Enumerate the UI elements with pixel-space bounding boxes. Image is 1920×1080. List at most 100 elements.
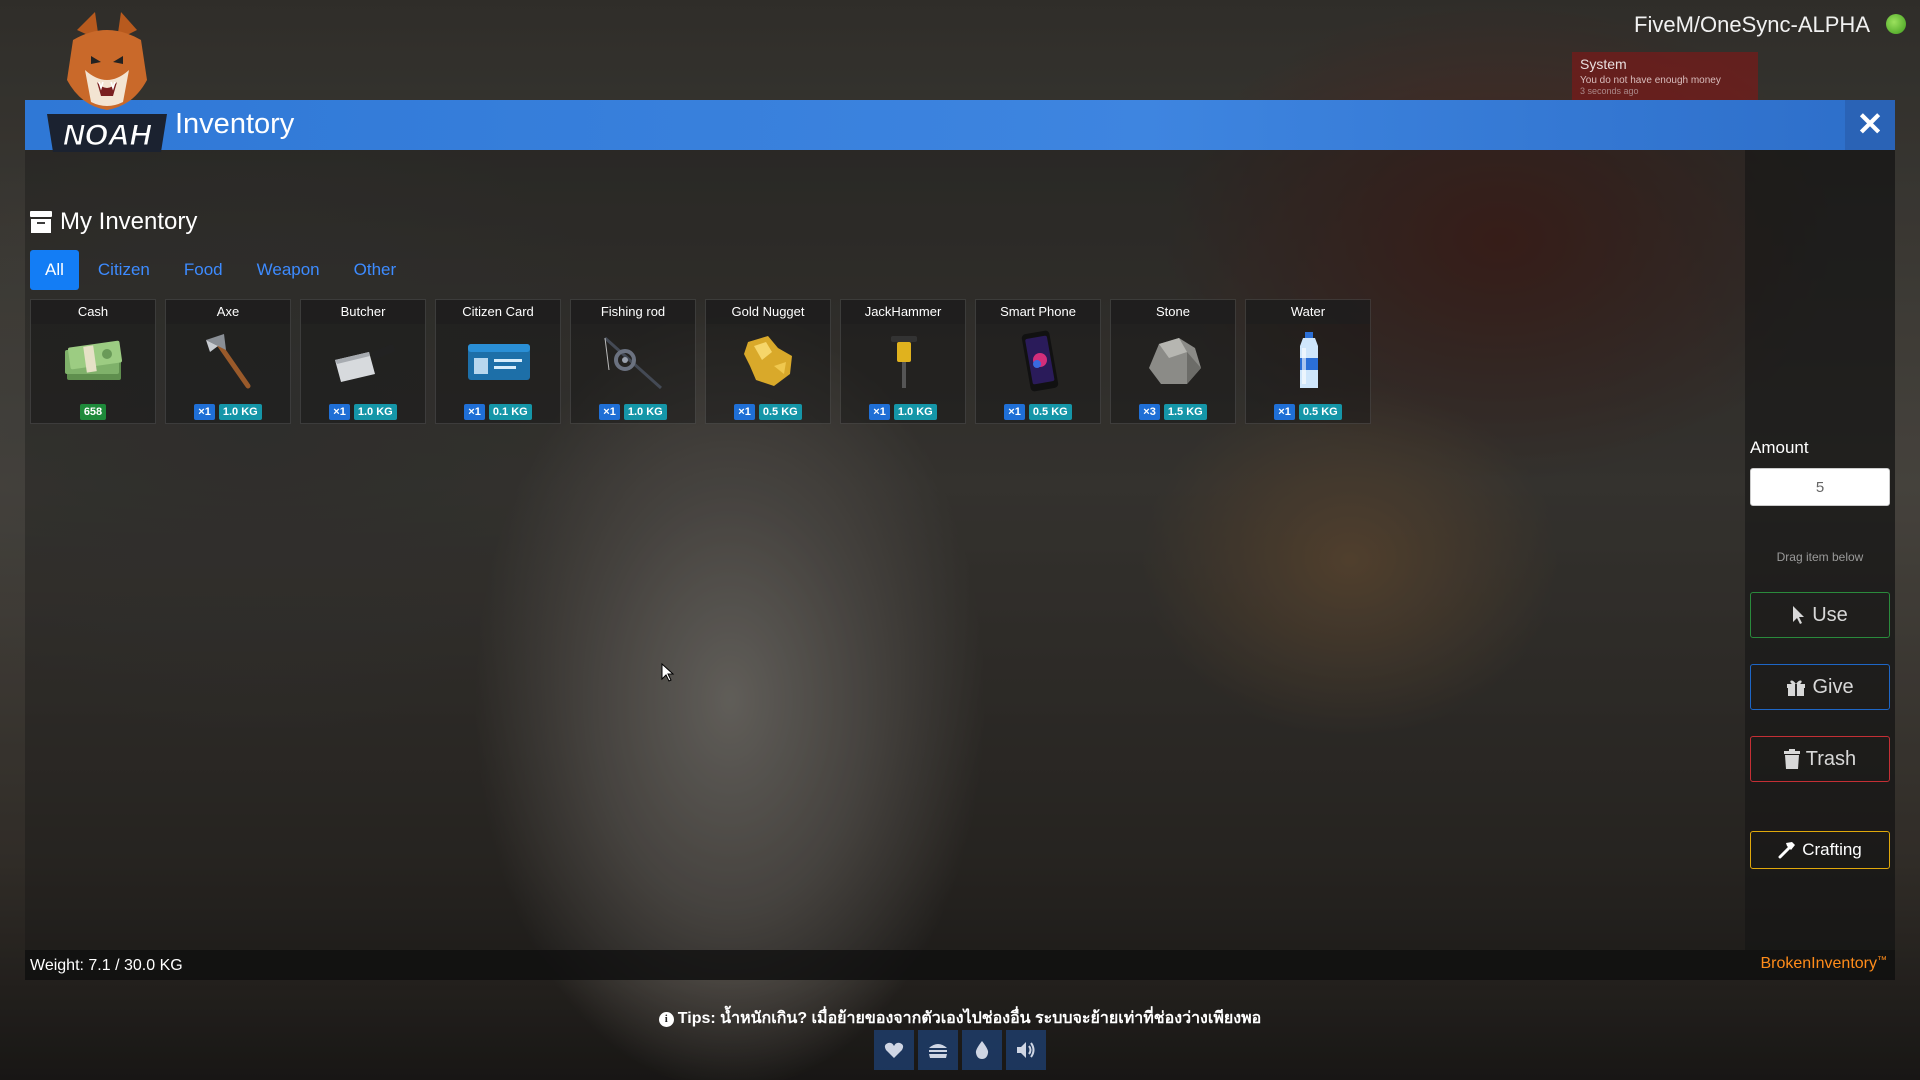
thirst-status <box>962 1030 1002 1070</box>
water-drop-icon <box>975 1041 989 1059</box>
item-name: Gold Nugget <box>706 300 830 324</box>
item-badges: ×1 1.0 KG <box>301 404 425 420</box>
item-slot-citizen-card[interactable]: Citizen Card ×1 0.1 KG <box>435 299 561 424</box>
weight-badge: 0.5 KG <box>1028 404 1072 420</box>
item-badges: ×1 0.5 KG <box>706 404 830 420</box>
item-slot-fishing-rod[interactable]: Fishing rod ×1 1.0 KG <box>570 299 696 424</box>
amount-input[interactable] <box>1750 468 1890 506</box>
weight-badge: 0.5 KG <box>758 404 802 420</box>
item-grid: Cash 658 Axe ×1 1.0 KG Butcher ×1 1.0 KG… <box>30 299 1371 424</box>
item-name: Citizen Card <box>436 300 560 324</box>
weight-badge: 1.0 KG <box>893 404 937 420</box>
action-panel: Amount Drag item below Use Give Trash Cr… <box>1745 150 1895 950</box>
inventory-panel: My Inventory All Citizen Food Weapon Oth… <box>25 150 1745 950</box>
item-name: Butcher <box>301 300 425 324</box>
crafting-button[interactable]: Crafting <box>1750 831 1890 869</box>
give-button[interactable]: Give <box>1750 664 1890 710</box>
item-slot-jackhammer[interactable]: JackHammer ×1 1.0 KG <box>840 299 966 424</box>
status-hud <box>874 1030 1046 1070</box>
trash-icon <box>1783 749 1800 769</box>
weight-badge: 0.5 KG <box>1298 404 1342 420</box>
amount-label: Amount <box>1750 438 1809 457</box>
item-name: Cash <box>31 300 155 324</box>
qty-badge: ×1 <box>194 404 215 420</box>
burger-icon <box>929 1044 947 1058</box>
gift-icon <box>1787 680 1806 696</box>
cash-amount-badge: 658 <box>79 404 107 420</box>
pointer-icon <box>1793 606 1805 624</box>
item-slot-cash[interactable]: Cash 658 <box>30 299 156 424</box>
cash-icon <box>65 340 123 380</box>
lime-icon <box>1886 14 1906 34</box>
qty-badge: ×3 <box>1139 404 1160 420</box>
logo-text: NOAH <box>63 119 153 152</box>
qty-badge: ×1 <box>734 404 755 420</box>
item-badges: ×1 0.5 KG <box>976 404 1100 420</box>
tab-all[interactable]: All <box>30 250 79 290</box>
brand-text: BrokenInventory <box>1760 955 1877 972</box>
item-name: Water <box>1246 300 1370 324</box>
notification-title: System <box>1580 56 1627 72</box>
item-name: Axe <box>166 300 290 324</box>
axe-icon <box>206 334 251 389</box>
water-bottle-icon <box>1300 332 1318 388</box>
health-status <box>874 1030 914 1070</box>
status-bar: Weight: 7.1 / 30.0 KG BrokenInventory™ <box>25 950 1895 980</box>
brand-label: BrokenInventory™ <box>1760 955 1887 973</box>
inventory-heading: My Inventory <box>30 208 197 236</box>
item-name: Smart Phone <box>976 300 1100 324</box>
weight-status: Weight: 7.1 / 30.0 KG <box>30 957 183 974</box>
archive-icon <box>30 211 52 233</box>
qty-badge: ×1 <box>869 404 890 420</box>
item-badges: 658 <box>31 404 155 420</box>
qty-badge: ×1 <box>599 404 620 420</box>
title-bar: Inventory ✕ <box>25 100 1895 150</box>
give-label: Give <box>1812 675 1854 698</box>
jackhammer-icon <box>891 336 917 388</box>
use-button[interactable]: Use <box>1750 592 1890 638</box>
hunger-status <box>918 1030 958 1070</box>
tips-bar: i Tips: น้ำหนักเกิน? เมื่อย้ายของจากตัวเอ… <box>0 1006 1920 1031</box>
inventory-window: Inventory ✕ My Inventory All Citizen Foo… <box>25 12 1895 980</box>
id-card-icon <box>468 344 530 380</box>
tab-other[interactable]: Other <box>339 250 412 290</box>
weight-badge: 1.0 KG <box>218 404 262 420</box>
tab-food[interactable]: Food <box>169 250 238 290</box>
item-badges: ×3 1.5 KG <box>1111 404 1235 420</box>
notification-age: 3 seconds ago <box>1580 86 1639 96</box>
qty-badge: ×1 <box>1004 404 1025 420</box>
smartphone-icon <box>1021 330 1059 392</box>
item-badges: ×1 1.0 KG <box>166 404 290 420</box>
weight-badge: 1.5 KG <box>1163 404 1207 420</box>
speaker-icon <box>1017 1042 1035 1058</box>
close-icon[interactable]: ✕ <box>1845 100 1895 150</box>
weight-badge: 0.1 KG <box>488 404 532 420</box>
window-title: Inventory <box>175 108 295 140</box>
qty-badge: ×1 <box>1274 404 1295 420</box>
heart-icon <box>884 1042 904 1058</box>
item-slot-axe[interactable]: Axe ×1 1.0 KG <box>165 299 291 424</box>
gold-nugget-icon <box>744 336 792 386</box>
item-slot-smart-phone[interactable]: Smart Phone ×1 0.5 KG <box>975 299 1101 424</box>
voice-status <box>1006 1030 1046 1070</box>
item-badges: ×1 1.0 KG <box>841 404 965 420</box>
item-slot-gold-nugget[interactable]: Gold Nugget ×1 0.5 KG <box>705 299 831 424</box>
item-badges: ×1 0.1 KG <box>436 404 560 420</box>
crafting-label: Crafting <box>1802 840 1862 859</box>
trash-label: Trash <box>1805 747 1857 770</box>
stone-icon <box>1149 338 1201 384</box>
fishing-rod-icon <box>604 336 662 390</box>
trash-button[interactable]: Trash <box>1750 736 1890 782</box>
tab-weapon[interactable]: Weapon <box>242 250 335 290</box>
item-badges: ×1 0.5 KG <box>1246 404 1370 420</box>
item-name: JackHammer <box>841 300 965 324</box>
inventory-heading-label: My Inventory <box>60 208 198 235</box>
tab-citizen[interactable]: Citizen <box>83 250 165 290</box>
item-slot-butcher[interactable]: Butcher ×1 1.0 KG <box>300 299 426 424</box>
item-name: Fishing rod <box>571 300 695 324</box>
item-slot-water[interactable]: Water ×1 0.5 KG <box>1245 299 1371 424</box>
qty-badge: ×1 <box>464 404 485 420</box>
item-badges: ×1 1.0 KG <box>571 404 695 420</box>
cleaver-icon <box>335 344 395 382</box>
item-slot-stone[interactable]: Stone ×3 1.5 KG <box>1110 299 1236 424</box>
